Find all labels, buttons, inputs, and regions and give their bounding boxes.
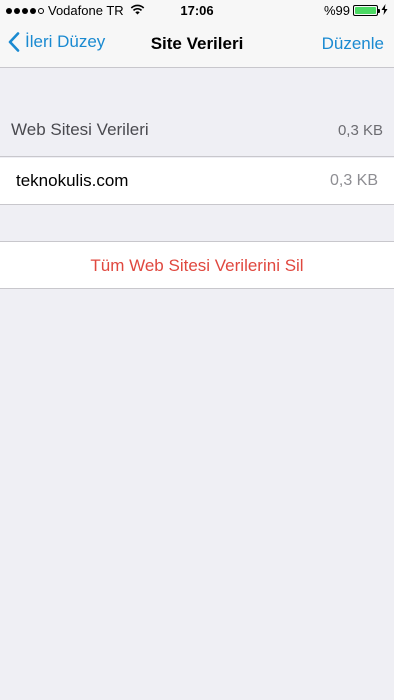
battery-icon <box>353 5 380 16</box>
section-header-label: Web Sitesi Verileri <box>11 120 149 139</box>
battery-fill <box>355 7 376 14</box>
section-header: Web Sitesi Verileri 0,3 KB <box>0 105 394 157</box>
section-header-total: 0,3 KB <box>337 122 383 139</box>
charging-bolt-icon <box>381 3 388 18</box>
battery-percent: %99 <box>323 3 350 18</box>
delete-all-website-data-button[interactable]: Tüm Web Sitesi Verilerini Sil <box>0 241 394 289</box>
status-bar: Vodafone TR 17:06 %99 <box>0 0 394 20</box>
delete-all-label: Tüm Web Sitesi Verilerini Sil <box>90 256 304 275</box>
website-name: teknokulis.com <box>16 171 129 190</box>
status-right: %99 <box>324 3 388 18</box>
website-data-size: 0,3 KB <box>329 172 378 189</box>
navigation-bar: İleri Düzey Site Verileri Düzenle <box>0 20 394 68</box>
list-item[interactable]: teknokulis.com 0,3 KB <box>0 158 394 205</box>
edit-button[interactable]: Düzenle <box>322 34 384 54</box>
